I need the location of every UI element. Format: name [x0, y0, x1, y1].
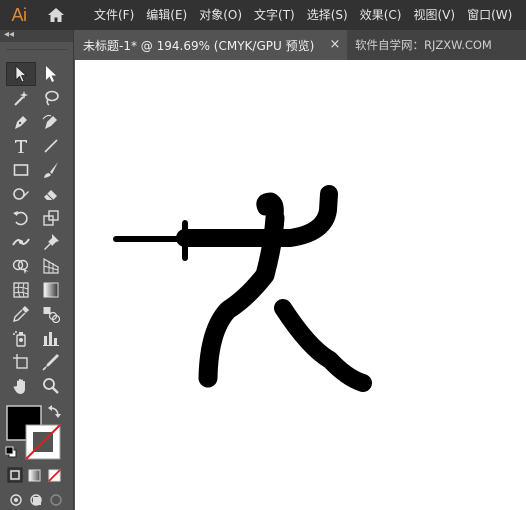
width-icon: [12, 238, 30, 246]
fencer-artwork[interactable]: [75, 60, 526, 510]
gradient-tool[interactable]: [36, 278, 66, 302]
artboard-icon: [13, 354, 28, 369]
direct-selection-tool[interactable]: [36, 62, 66, 86]
rotate-tool[interactable]: [6, 206, 36, 230]
menu-select[interactable]: 选择(S): [301, 0, 354, 30]
puppet-warp-tool[interactable]: [36, 230, 66, 254]
eraser-tool[interactable]: [36, 182, 66, 206]
symbol-sprayer-tool[interactable]: [6, 326, 36, 350]
tools-panel: ◂◂: [0, 29, 74, 510]
hand-tool[interactable]: [6, 374, 36, 398]
draw-inside-icon[interactable]: [50, 494, 62, 506]
draw-behind-icon[interactable]: [30, 494, 42, 506]
column-graph-tool[interactable]: [36, 326, 66, 350]
selection-tool[interactable]: [6, 62, 36, 86]
mesh-tool[interactable]: [6, 278, 36, 302]
swap-fill-stroke-icon[interactable]: [48, 405, 61, 418]
menu-object[interactable]: 对象(O): [193, 0, 248, 30]
scale-icon: [43, 210, 59, 226]
gradient-mode-icon[interactable]: [28, 469, 41, 482]
pushpin-icon: [44, 234, 59, 250]
column-graph-icon: [43, 332, 59, 346]
document-tab-title: 未标题-1* @ 194.69% (CMYK/GPU 预览): [83, 38, 315, 53]
home-icon: [48, 8, 64, 22]
shape-builder-icon: [12, 259, 29, 274]
color-mode-icon[interactable]: [7, 467, 23, 483]
menu-file[interactable]: 文件(F): [88, 0, 140, 30]
blend-icon: [43, 307, 60, 323]
type-tool[interactable]: [6, 134, 36, 158]
mesh-icon: [13, 282, 29, 298]
menu-window[interactable]: 窗口(W): [461, 0, 518, 30]
lasso-icon: [45, 90, 59, 106]
magic-wand-tool[interactable]: [6, 86, 36, 110]
document-tab-bar: 未标题-1* @ 194.69% (CMYK/GPU 预览) × 软件自学网：R…: [75, 30, 526, 60]
tool-grid: [6, 62, 66, 398]
menu-bar: Ai 文件(F) 编辑(E) 对象(O) 文字(T) 选择(S) 效果(C) 视…: [0, 0, 526, 30]
close-tab-icon[interactable]: ×: [327, 30, 343, 60]
line-segment-icon: [44, 139, 58, 153]
stroke-swatch[interactable]: [25, 424, 61, 460]
eyedropper-icon: [13, 306, 29, 322]
magnifier-icon: [43, 378, 59, 394]
slice-tool[interactable]: [36, 350, 66, 374]
default-colors-icon[interactable]: [5, 446, 17, 458]
gradient-icon: [43, 282, 59, 298]
direct-selection-arrow-icon: [46, 66, 56, 82]
line-segment-tool[interactable]: [36, 134, 66, 158]
paintbrush-icon: [44, 162, 58, 178]
zoom-tool[interactable]: [36, 374, 66, 398]
hand-icon: [13, 379, 25, 394]
draw-normal-icon[interactable]: [10, 494, 22, 506]
app-logo: Ai: [11, 4, 27, 25]
fill-stroke-controls: [5, 405, 62, 506]
none-mode-icon[interactable]: [48, 469, 61, 482]
blend-tool[interactable]: [36, 302, 66, 326]
magic-wand-icon: [14, 91, 28, 106]
paintbrush-tool[interactable]: [36, 158, 66, 182]
eyedropper-tool[interactable]: [6, 302, 36, 326]
pen-tool[interactable]: [6, 110, 36, 134]
panel-grip[interactable]: [6, 42, 67, 50]
main-menu: 文件(F) 编辑(E) 对象(O) 文字(T) 选择(S) 效果(C) 视图(V…: [88, 0, 518, 30]
menu-type[interactable]: 文字(T): [248, 0, 301, 30]
artboard-tool[interactable]: [6, 350, 36, 374]
rotate-icon: [13, 211, 28, 226]
shaper-tool[interactable]: [6, 182, 36, 206]
eraser-icon: [44, 190, 57, 201]
menu-edit[interactable]: 编辑(E): [140, 0, 193, 30]
home-button[interactable]: [38, 0, 74, 30]
shape-builder-tool[interactable]: [6, 254, 36, 278]
lasso-tool[interactable]: [36, 86, 66, 110]
menu-effect[interactable]: 效果(C): [354, 0, 408, 30]
perspective-grid-tool[interactable]: [36, 254, 66, 278]
selection-arrow-icon: [15, 65, 28, 83]
artboard-canvas[interactable]: [75, 60, 526, 510]
document-tab[interactable]: 未标题-1* @ 194.69% (CMYK/GPU 预览) ×: [75, 30, 347, 60]
symbol-sprayer-icon: [13, 331, 26, 347]
pen-nib-icon: [15, 116, 27, 129]
shaper-icon: [13, 188, 29, 200]
tools-panel-header: ◂◂: [0, 29, 73, 42]
curvature-pen-icon: [42, 114, 57, 129]
perspective-grid-icon: [43, 257, 59, 274]
type-t-icon: [15, 140, 27, 153]
scale-tool[interactable]: [36, 206, 66, 230]
watermark-text: 软件自学网：RJZXW.COM: [355, 38, 492, 52]
width-tool[interactable]: [6, 230, 36, 254]
rectangle-icon: [13, 164, 29, 176]
rectangle-tool[interactable]: [6, 158, 36, 182]
slice-knife-icon: [42, 354, 59, 371]
curvature-tool[interactable]: [36, 110, 66, 134]
menu-view[interactable]: 视图(V): [407, 0, 461, 30]
collapse-panel-icon[interactable]: ◂◂: [4, 29, 14, 41]
